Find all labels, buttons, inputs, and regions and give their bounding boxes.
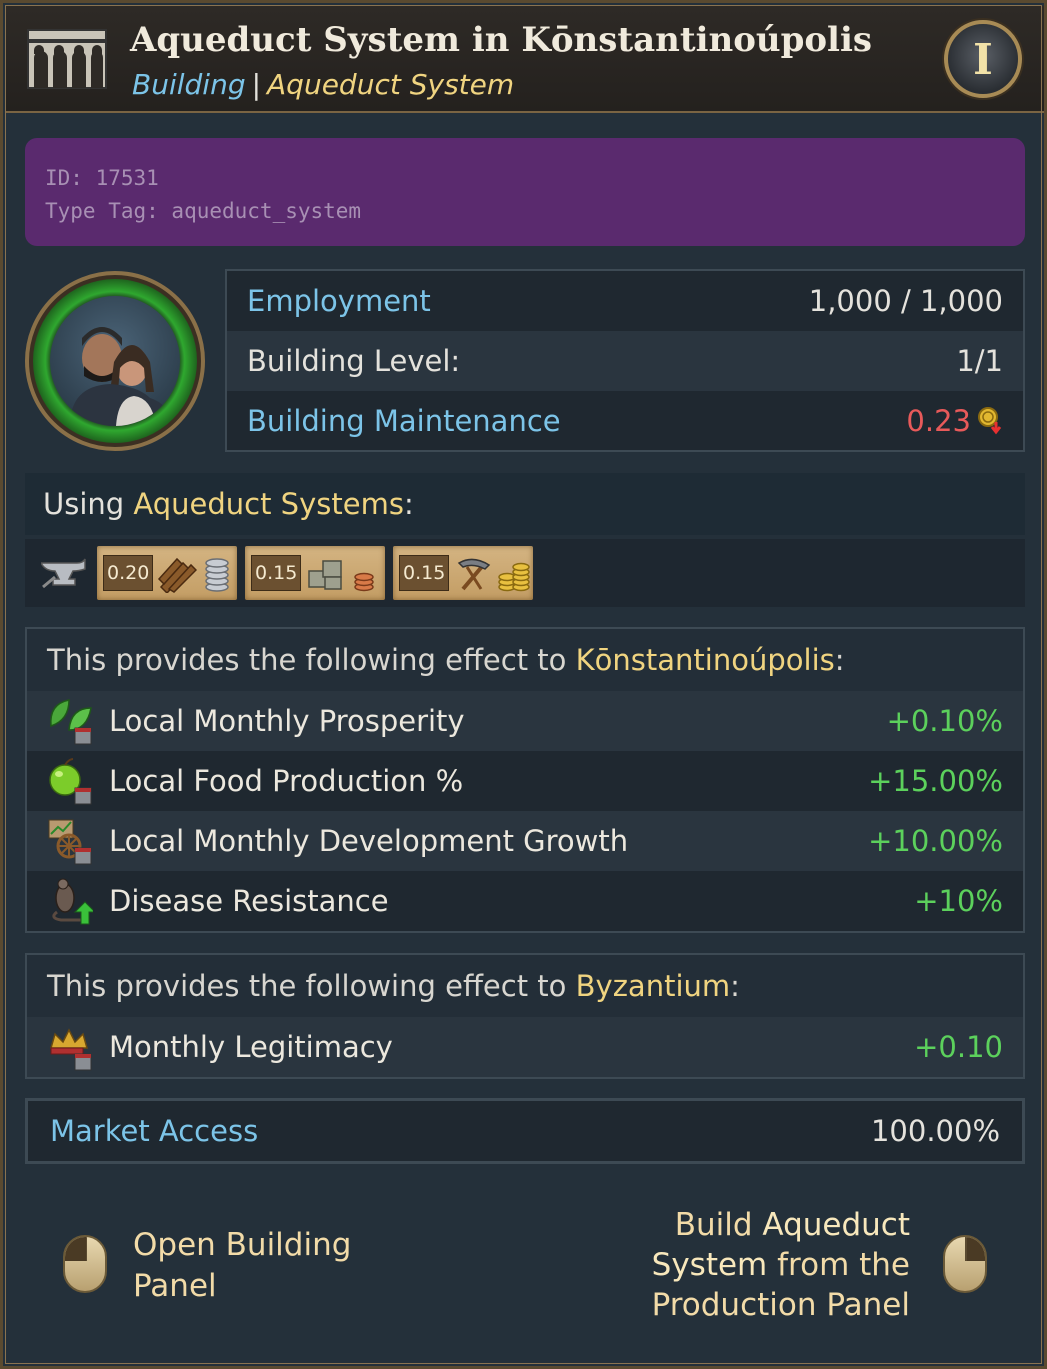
effects-prefix: This provides the following effect to — [47, 643, 567, 677]
using-suffix: : — [403, 487, 414, 521]
employment-value: 1,000 / 1,000 — [808, 284, 1003, 318]
leaf-icon — [50, 699, 92, 745]
maintenance-value-wrap: 0.23 — [906, 404, 1003, 438]
gold-coins-icon — [498, 562, 531, 592]
debug-panel: ID: 17531 Type Tag: aqueduct_system — [25, 138, 1025, 246]
action-line: Build Aqueduct — [610, 1205, 910, 1245]
maintenance-value: 0.23 — [906, 404, 971, 438]
building-level-value: 1/1 — [956, 344, 1003, 378]
effect-row: Local Monthly Prosperity +0.10% — [27, 691, 1023, 751]
lumber-icon — [158, 557, 198, 593]
workers-portrait-icon — [50, 296, 180, 426]
action-highlight: Aqueduct — [762, 1207, 910, 1243]
maintenance-label[interactable]: Building Maintenance — [247, 404, 561, 438]
market-access-row[interactable]: Market Access 100.00% — [25, 1098, 1025, 1164]
aqueduct-icon — [27, 29, 107, 89]
effect-value: +15.00% — [868, 764, 1003, 798]
action-line: Production Panel — [651, 1287, 910, 1323]
local-effects-box: This provides the following effect to Kō… — [25, 627, 1025, 933]
good-demand-value: 0.20 — [103, 555, 154, 591]
employment-row[interactable]: Employment 1,000 / 1,000 — [227, 271, 1023, 331]
building-level-row: Building Level: 1/1 — [227, 331, 1023, 391]
right-click-icon — [943, 1235, 987, 1293]
country-effects-header: This provides the following effect to By… — [27, 955, 1023, 1017]
apple-icon — [49, 758, 92, 805]
effect-row: Disease Resistance +10% — [27, 871, 1023, 931]
crown-icon — [50, 1028, 92, 1071]
tooltip-subtitle: Building | Aqueduct System — [132, 68, 514, 101]
debug-id: ID: 17531 — [45, 166, 159, 190]
using-header: Using Aqueduct Systems: — [25, 473, 1025, 535]
effects-suffix: : — [834, 643, 845, 677]
action-line: System from the — [610, 1245, 910, 1285]
action-text: from the — [767, 1247, 910, 1283]
action-line: Open Building — [133, 1227, 352, 1263]
input-goods-row: 0.20 0.15 0.15 — [25, 539, 1025, 607]
effect-value: +0.10% — [886, 704, 1003, 738]
input-good-stone[interactable]: 0.15 — [245, 546, 385, 600]
input-good-tools[interactable]: 0.15 — [393, 546, 533, 600]
build-from-production-action[interactable]: Build Aqueduct System from the Productio… — [610, 1205, 910, 1325]
input-good-lumber[interactable]: 0.20 — [97, 546, 237, 600]
effect-value: +10.00% — [868, 824, 1003, 858]
effect-row: Local Food Production % +15.00% — [27, 751, 1023, 811]
using-building-name[interactable]: Aqueduct Systems — [133, 487, 404, 521]
effect-value: +10% — [914, 884, 1003, 918]
employment-label[interactable]: Employment — [247, 284, 431, 318]
pop-portrait[interactable] — [25, 271, 205, 451]
open-building-panel-action[interactable]: Open Building Panel — [133, 1225, 351, 1307]
effects-prefix: This provides the following effect to — [47, 969, 567, 1003]
silver-coins-icon — [205, 558, 230, 592]
market-access-label[interactable]: Market Access — [50, 1114, 258, 1148]
local-effects-header: This provides the following effect to Kō… — [27, 629, 1023, 691]
using-prefix: Using — [43, 487, 125, 521]
building-stats: Employment 1,000 / 1,000 Building Level:… — [225, 269, 1025, 452]
tools-icon — [458, 558, 491, 591]
tooltip-window: Aqueduct System in Kōnstantinoúpolis Bui… — [0, 0, 1047, 1369]
effect-label: Local Monthly Development Growth — [109, 824, 629, 858]
effect-value: +0.10 — [914, 1030, 1003, 1064]
location-link[interactable]: Kōnstantinoúpolis — [576, 643, 835, 677]
gold-coin-down-icon — [978, 407, 1002, 435]
subtitle-separator: | — [251, 68, 262, 101]
rat-icon — [52, 878, 93, 925]
country-link[interactable]: Byzantium — [576, 969, 731, 1003]
action-line: Panel — [133, 1268, 217, 1304]
building-type-label: Aqueduct System — [267, 68, 515, 101]
left-click-icon — [63, 1235, 107, 1293]
effect-label: Local Monthly Prosperity — [109, 704, 465, 738]
category-link[interactable]: Building — [132, 68, 246, 101]
effect-row: Monthly Legitimacy +0.10 — [27, 1017, 1023, 1077]
building-level-label: Building Level: — [247, 344, 461, 378]
good-demand-value: 0.15 — [399, 555, 450, 591]
tooltip-header: Aqueduct System in Kōnstantinoúpolis Bui… — [6, 6, 1044, 113]
copper-coins-icon — [354, 572, 375, 592]
employment-ring — [33, 279, 197, 443]
effect-label: Local Food Production % — [109, 764, 464, 798]
info-icon[interactable]: I — [944, 20, 1022, 98]
debug-type-tag: Type Tag: aqueduct_system — [45, 199, 362, 223]
market-access-value: 100.00% — [870, 1114, 1000, 1148]
effect-label: Monthly Legitimacy — [109, 1030, 393, 1064]
development-icon — [48, 819, 92, 865]
good-demand-value: 0.15 — [251, 555, 302, 591]
effect-row: Local Monthly Development Growth +10.00% — [27, 811, 1023, 871]
stone-blocks-icon — [308, 560, 343, 590]
action-text: Build — [674, 1207, 763, 1243]
effect-label: Disease Resistance — [109, 884, 389, 918]
effects-suffix: : — [730, 969, 740, 1003]
anvil-icon — [41, 558, 86, 589]
maintenance-row[interactable]: Building Maintenance 0.23 — [227, 391, 1023, 451]
action-highlight: System — [651, 1247, 768, 1283]
tooltip-title: Aqueduct System in Kōnstantinoúpolis — [130, 20, 873, 60]
country-effects-box: This provides the following effect to By… — [25, 953, 1025, 1079]
